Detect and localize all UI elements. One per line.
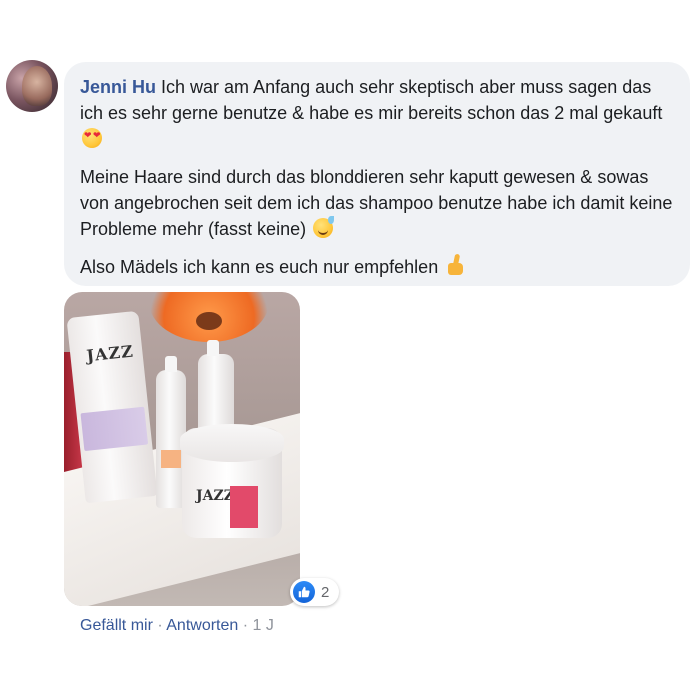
comment-paragraph-1: Jenni Hu Ich war am Anfang auch sehr ske…	[80, 74, 674, 152]
reaction-count: 2	[321, 583, 330, 601]
bottle-tag	[161, 450, 181, 468]
comment-actions: Gefällt mir · Antworten · 1 J	[80, 617, 274, 635]
jar-logo: JAZZ	[196, 488, 234, 504]
tube-label-band	[80, 406, 149, 452]
jar-label	[230, 486, 258, 528]
reply-link[interactable]: Antworten	[166, 617, 238, 634]
separator: ·	[242, 617, 249, 634]
bottle-cap	[207, 340, 219, 356]
timestamp-link[interactable]: 1 J	[253, 617, 274, 634]
like-link[interactable]: Gefällt mir	[80, 617, 153, 634]
author-avatar[interactable]	[6, 60, 58, 112]
comment-paragraph-2: Meine Haare sind durch das blonddieren s…	[80, 164, 674, 242]
comment-author[interactable]: Jenni Hu	[80, 77, 156, 97]
sweat-smile-emoji-icon	[313, 216, 335, 238]
comment-text-1: Ich war am Anfang auch sehr skeptisch ab…	[80, 77, 663, 123]
comment-text-2: Meine Haare sind durch das blonddieren s…	[80, 167, 673, 239]
heart-eyes-emoji-icon	[82, 128, 102, 148]
comment-text-3: Also Mädels ich kann es euch nur empfehl…	[80, 257, 439, 277]
thumbs-up-emoji-icon	[445, 254, 465, 276]
tube-logo: JAZZ	[85, 341, 135, 366]
comment-bubble: Jenni Hu Ich war am Anfang auch sehr ske…	[64, 62, 690, 286]
avatar-photo	[22, 66, 52, 106]
gerbera-flower-center	[196, 312, 222, 330]
separator: ·	[157, 617, 163, 634]
jar-lid	[180, 424, 284, 462]
comment-paragraph-3: Also Mädels ich kann es euch nur empfehl…	[80, 254, 674, 280]
bottle-cap	[165, 356, 177, 372]
like-icon	[293, 581, 315, 603]
comment-photo[interactable]: JAZZ JAZZ	[64, 292, 300, 606]
hair-mask-jar: JAZZ	[180, 424, 284, 538]
reaction-summary[interactable]: 2	[290, 578, 340, 606]
